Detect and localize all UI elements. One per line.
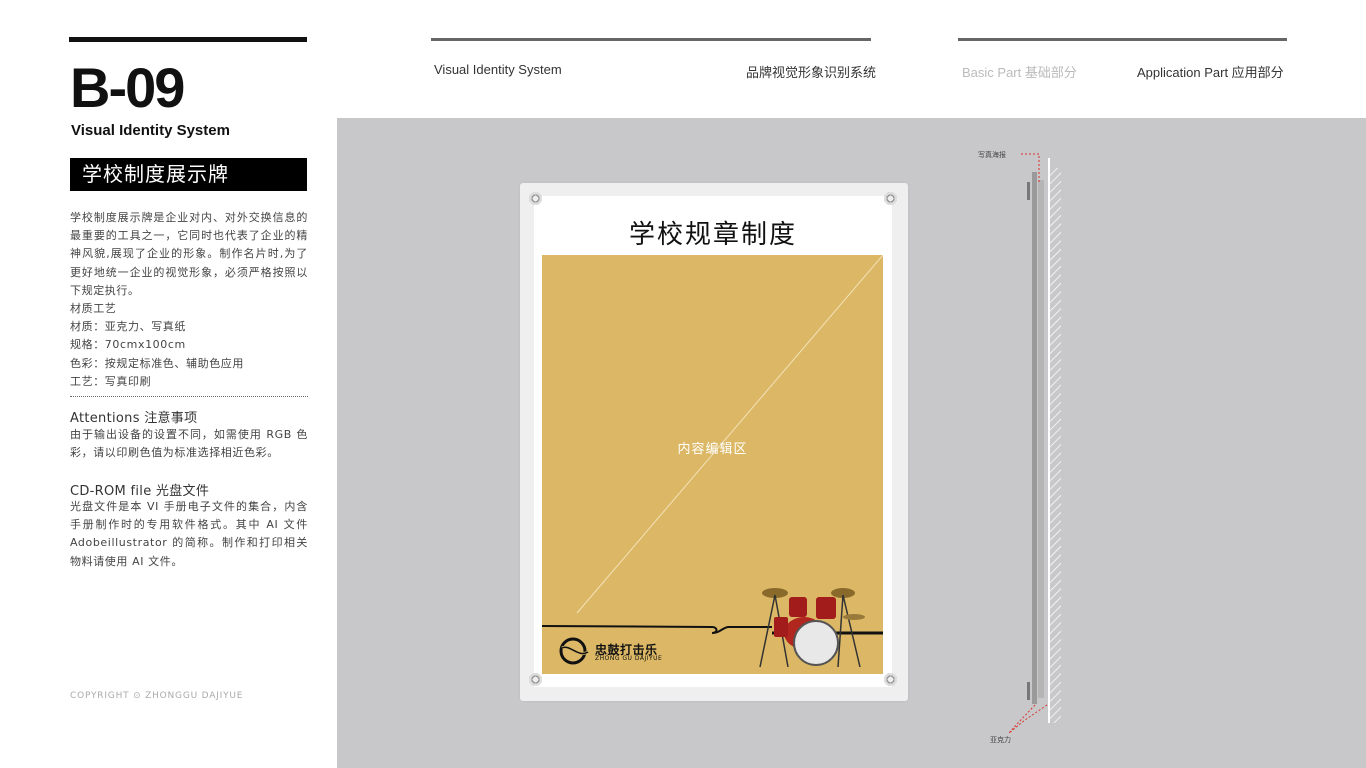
nav-basic-part[interactable]: Basic Part 基础部分 (962, 62, 1077, 81)
attentions-body: 由于输出设备的设置不同，如需使用 RGB 色彩，请以印刷色值为标准选择相近色彩。 (70, 428, 308, 460)
desc-intro: 学校制度展示牌是企业对内、对外交换信息的最重要的工具之一，它同时也代表了企业的精… (70, 211, 308, 297)
poster-layer-label: 写真海报 (978, 151, 1006, 159)
screw-icon (884, 192, 897, 205)
brand-logo-icon (559, 637, 589, 665)
cdrom-body: 光盘文件是本 VI 手册电子文件的集合，内含手册制作时的专用软件格式。其中 AI… (70, 500, 308, 568)
header-rule-center (431, 38, 871, 41)
nav-application-part[interactable]: Application Part 应用部分 (1137, 62, 1284, 81)
page-code: B-09 (70, 56, 185, 119)
attentions-title: Attentions 注意事项 (70, 411, 198, 426)
content-edit-area (542, 255, 883, 674)
acrylic-layer-label: 亚克力 (990, 736, 1011, 744)
top-rule (69, 37, 307, 42)
page-subtitle: Visual Identity System (71, 122, 230, 139)
section-title: 学校制度展示牌 (70, 158, 307, 191)
desc-material-heading: 材质工艺 (70, 302, 117, 316)
header-vis-cn: 品牌视觉形象识别系统 (746, 65, 877, 80)
cdrom-title: CD-ROM file 光盘文件 (70, 484, 210, 499)
desc-color: 色彩：按规定标准色、辅助色应用 (70, 356, 244, 370)
screw-icon (884, 673, 897, 686)
header-rule-right (958, 38, 1287, 41)
header-vis-en: Visual Identity System (434, 62, 562, 77)
desc-spec: 规格：70cmx100cm (70, 338, 186, 352)
side-view-diagram (1008, 153, 1061, 734)
description: 学校制度展示牌是企业对内、对外交换信息的最重要的工具之一，它同时也代表了企业的精… (70, 209, 308, 391)
screw-icon (529, 673, 542, 686)
poster-title: 学校规章制度 (628, 220, 797, 250)
drum-kit-icon (759, 588, 865, 668)
dotted-divider (70, 396, 308, 397)
brand-name-en: ZHONG GU DAJIYUE (595, 655, 663, 662)
content-area-label: 内容编辑区 (677, 442, 748, 457)
screw-icon (529, 192, 542, 205)
desc-material: 材质：亚克力、写真纸 (70, 320, 186, 334)
content-diagonal (542, 255, 883, 668)
desc-craft: 工艺：写真印刷 (70, 374, 152, 388)
copyright: COPYRIGHT ⊙ ZHONGGU DAJIYUE (70, 691, 244, 701)
